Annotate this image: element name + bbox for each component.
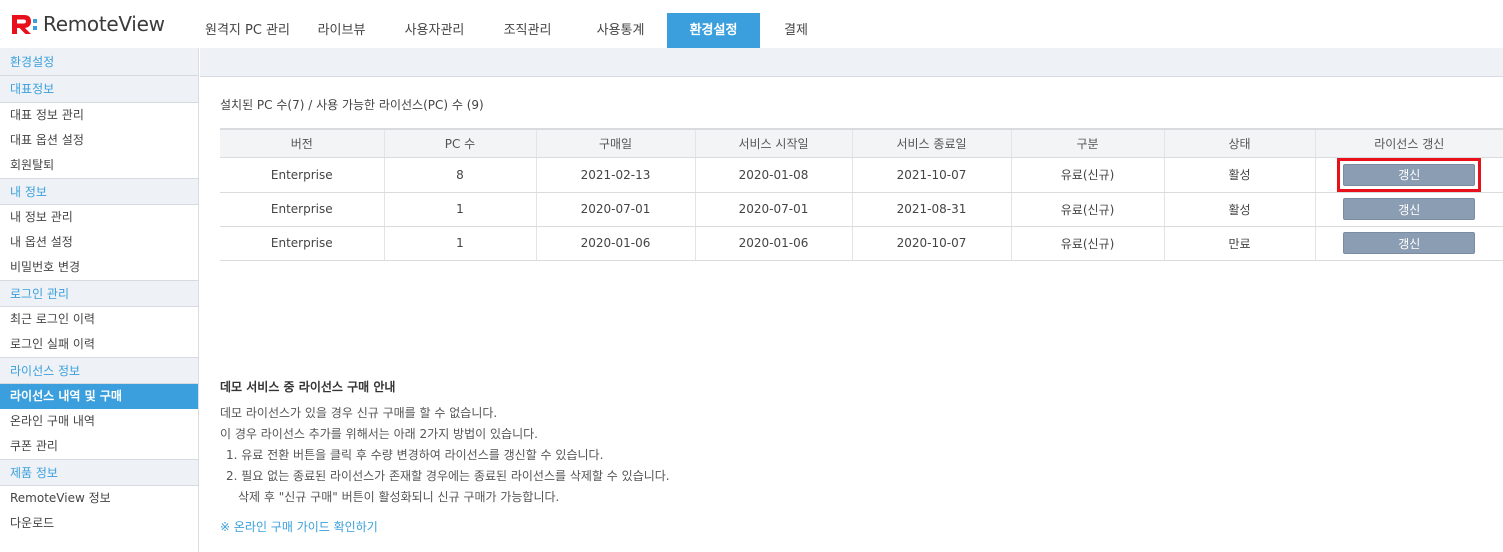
main-content: 설치된 PC 수(7) / 사용 가능한 라이선스(PC) 수 (9) 버전 P… [200,48,1503,552]
column-header: 버전 [220,128,384,158]
column-header: 구분 [1010,128,1164,158]
online-purchase-guide-link[interactable]: ※ 온라인 구매 가이드 확인하기 [220,518,378,535]
sidebar-item-rep-info[interactable]: 대표 정보 관리 [0,103,198,128]
table-row: Enterprise 1 2020-07-01 2020-07-01 2021-… [220,192,1503,227]
cell-pc-count: 8 [383,157,536,193]
remoteview-logo[interactable]: RemoteView [10,10,165,38]
main-nav: 원격지 PC 관리 라이브뷰 사용자관리 조직관리 사용통계 환경설정 결제 [200,13,832,48]
tab-organization[interactable]: 조직관리 [481,13,574,48]
sidebar-group-login: 로그인 관리 [0,280,198,307]
cell-type: 유료(신규) [1010,157,1164,193]
sidebar-item-login-history[interactable]: 최근 로그인 이력 [0,307,198,332]
cell-end-date: 2021-08-31 [851,192,1011,227]
cell-version: Enterprise [220,226,384,261]
cell-purchase-date: 2021-02-13 [535,157,695,193]
sidebar-item-online-purchases[interactable]: 온라인 구매 내역 [0,409,198,434]
content-topbar [200,48,1503,77]
sidebar-item-license-purchase[interactable]: 라이선스 내역 및 구매 [0,384,198,409]
cell-status: 활성 [1163,192,1315,227]
renew-button[interactable]: 갱신 [1343,232,1476,254]
cell-end-date: 2020-10-07 [851,226,1011,261]
cell-renew: 갱신 [1314,192,1503,227]
cell-pc-count: 1 [383,192,536,227]
sidebar-item-withdraw[interactable]: 회원탈퇴 [0,153,198,178]
cell-status: 활성 [1163,157,1315,193]
sidebar-group-my-info: 내 정보 [0,178,198,205]
cell-end-date: 2021-10-07 [851,157,1011,193]
sidebar-item-download[interactable]: 다운로드 [0,511,198,536]
cell-renew: 갱신 [1314,226,1503,261]
column-header: 상태 [1163,128,1315,158]
notice-title: 데모 서비스 중 라이선스 구매 안내 [220,380,396,394]
column-header: 서비스 종료일 [851,128,1011,158]
cell-type: 유료(신규) [1010,226,1164,261]
cell-start-date: 2020-01-06 [694,226,852,261]
column-header: 서비스 시작일 [694,128,852,158]
sidebar-group-representative: 대표정보 [0,76,198,103]
sidebar-title: 환경설정 [0,48,198,76]
tab-liveview[interactable]: 라이브뷰 [295,13,388,48]
column-header: PC 수 [383,128,536,158]
cell-type: 유료(신규) [1010,192,1164,227]
cell-status: 만료 [1163,226,1315,261]
tab-statistics[interactable]: 사용통계 [574,13,667,48]
logo-text: RemoteView [43,12,165,36]
notice-line: 이 경우 라이선스 추가를 위해서는 아래 2가지 방법이 있습니다. [220,427,538,441]
sidebar-item-product-info[interactable]: RemoteView 정보 [0,486,198,511]
column-header: 구매일 [535,128,695,158]
cell-start-date: 2020-01-08 [694,157,852,193]
cell-version: Enterprise [220,157,384,193]
sidebar-item-my-info[interactable]: 내 정보 관리 [0,205,198,230]
table-row: Enterprise 1 2020-01-06 2020-01-06 2020-… [220,226,1503,261]
highlight-box: 갱신 [1337,157,1482,192]
cell-pc-count: 1 [383,226,536,261]
sidebar-item-my-options[interactable]: 내 옵션 설정 [0,230,198,255]
sidebar-group-license: 라이선스 정보 [0,357,198,384]
cell-version: Enterprise [220,192,384,227]
tab-users[interactable]: 사용자관리 [388,13,481,48]
sidebar: 환경설정 대표정보 대표 정보 관리 대표 옵션 설정 회원탈퇴 내 정보 내 … [0,48,199,552]
demo-license-notice: 데모 서비스 중 라이선스 구매 안내 데모 라이선스가 있을 경우 신규 구매… [220,378,920,508]
cell-start-date: 2020-07-01 [694,192,852,227]
table-header-row: 버전 PC 수 구매일 서비스 시작일 서비스 종료일 구분 상태 라이선스 갱… [220,128,1503,158]
notice-line: 1. 유료 전환 버튼을 클릭 후 수량 변경하여 라이선스를 갱신할 수 있습… [226,448,604,462]
sidebar-item-rep-options[interactable]: 대표 옵션 설정 [0,128,198,153]
sidebar-group-product: 제품 정보 [0,459,198,486]
license-table: 버전 PC 수 구매일 서비스 시작일 서비스 종료일 구분 상태 라이선스 갱… [220,128,1503,261]
notice-line: 데모 라이선스가 있을 경우 신규 구매를 할 수 없습니다. [220,406,498,420]
renew-button[interactable]: 갱신 [1343,163,1476,186]
tab-remote-pc[interactable]: 원격지 PC 관리 [200,13,295,48]
license-summary: 설치된 PC 수(7) / 사용 가능한 라이선스(PC) 수 (9) [220,98,484,112]
notice-line: 삭제 후 "신규 구매" 버튼이 활성화되니 신규 구매가 가능합니다. [238,490,560,504]
app-header: RemoteView 원격지 PC 관리 라이브뷰 사용자관리 조직관리 사용통… [0,0,1503,48]
renew-button[interactable]: 갱신 [1343,198,1476,220]
sidebar-item-coupons[interactable]: 쿠폰 관리 [0,434,198,459]
cell-renew: 갱신 [1314,157,1503,193]
remoteview-logo-icon [10,13,40,35]
cell-purchase-date: 2020-01-06 [535,226,695,261]
notice-line: 2. 필요 없는 종료된 라이선스가 존재할 경우에는 종료된 라이선스를 삭제… [226,469,670,483]
tab-payment[interactable]: 결제 [760,13,832,48]
sidebar-item-password[interactable]: 비밀번호 변경 [0,255,198,280]
sidebar-item-login-failures[interactable]: 로그인 실패 이력 [0,332,198,357]
cell-purchase-date: 2020-07-01 [535,192,695,227]
column-header: 라이선스 갱신 [1314,128,1503,158]
table-row: Enterprise 8 2021-02-13 2020-01-08 2021-… [220,157,1503,193]
tab-settings[interactable]: 환경설정 [667,13,760,48]
